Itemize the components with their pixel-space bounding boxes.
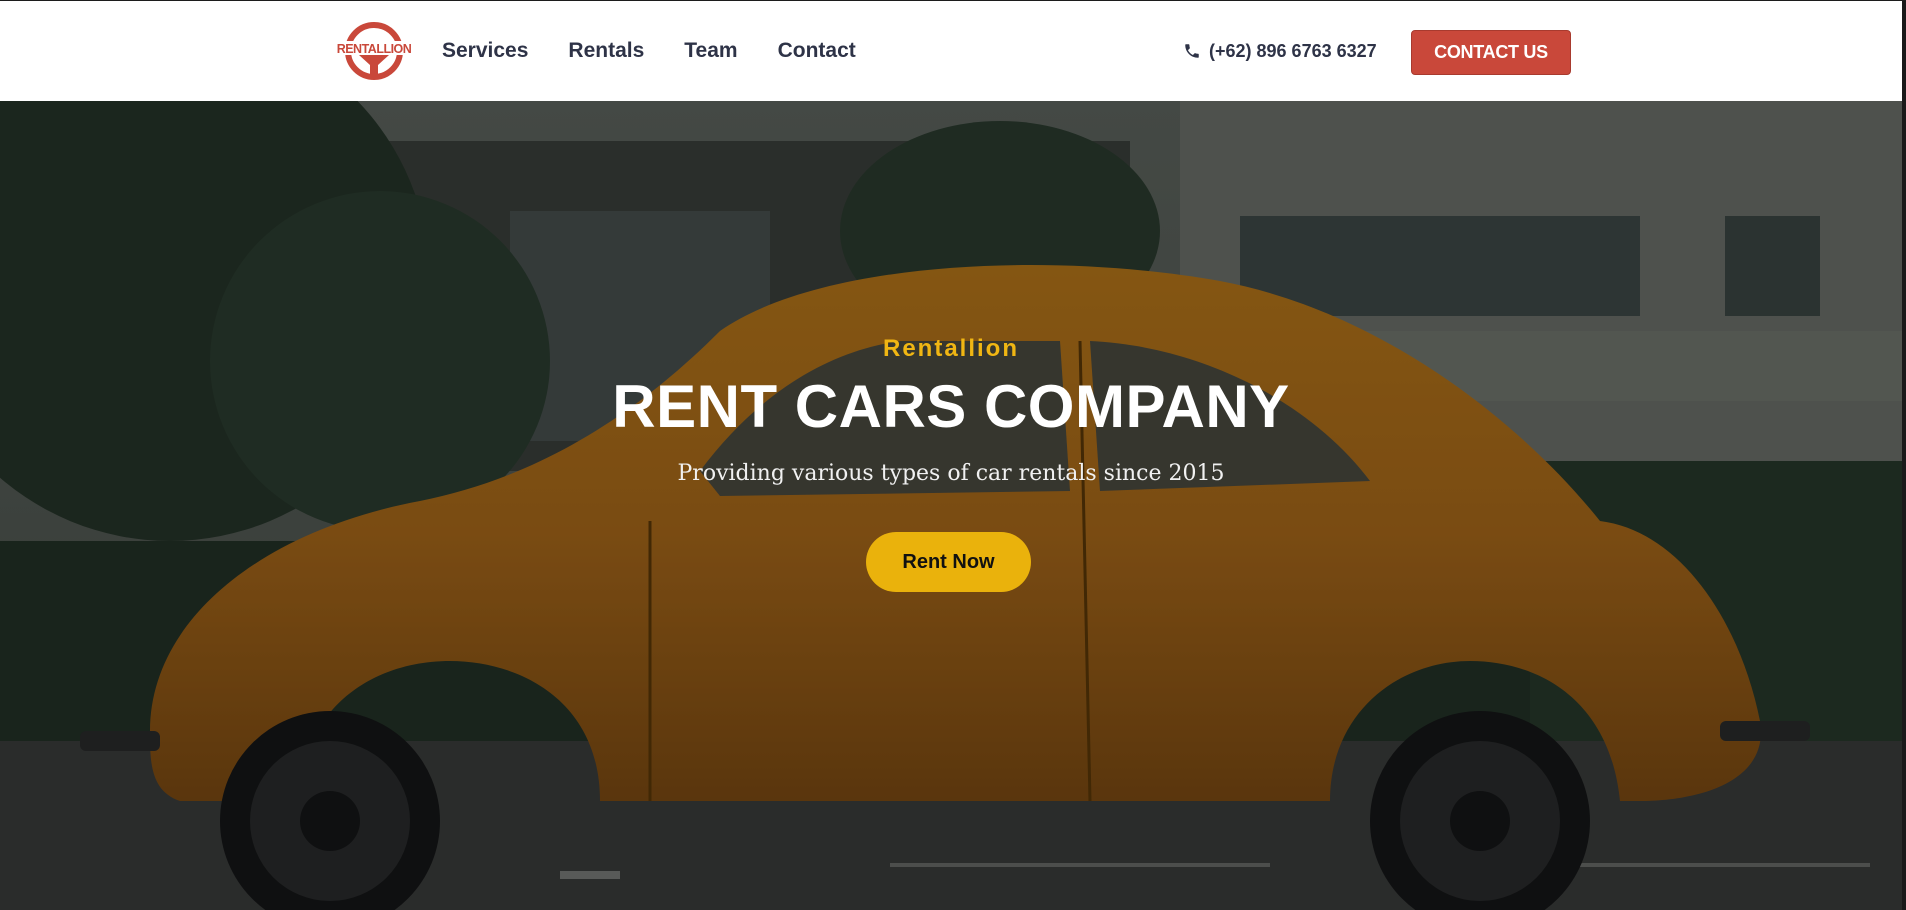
hero-overlay xyxy=(0,101,1902,910)
rent-now-button[interactable]: Rent Now xyxy=(866,532,1031,592)
contact-us-button[interactable]: CONTACT US xyxy=(1411,30,1571,75)
page: RENTALLION Services Rentals Team Contact… xyxy=(0,0,1906,910)
phone-icon xyxy=(1183,42,1201,60)
hero-section: Rentallion RENT CARS COMPANY Providing v… xyxy=(0,101,1902,910)
hero-eyebrow: Rentallion xyxy=(882,335,1019,362)
navbar: RENTALLION Services Rentals Team Contact… xyxy=(0,1,1902,101)
brand-logo-text: RENTALLION xyxy=(337,42,411,56)
nav-link-services[interactable]: Services xyxy=(442,37,528,65)
nav-link-contact[interactable]: Contact xyxy=(778,37,856,65)
hero-subtitle: Providing various types of car rentals s… xyxy=(677,461,1225,486)
hero-title: RENT CARS COMPANY xyxy=(612,373,1290,440)
nav-link-rentals[interactable]: Rentals xyxy=(568,37,644,65)
scrollbar[interactable] xyxy=(1902,1,1906,910)
phone-number: (+62) 896 6763 6327 xyxy=(1209,41,1377,61)
phone-contact[interactable]: (+62) 896 6763 6327 xyxy=(1183,39,1377,63)
brand-logo[interactable]: RENTALLION xyxy=(337,21,412,81)
nav-link-team[interactable]: Team xyxy=(684,37,737,65)
main-nav: Services Rentals Team Contact xyxy=(442,37,856,65)
